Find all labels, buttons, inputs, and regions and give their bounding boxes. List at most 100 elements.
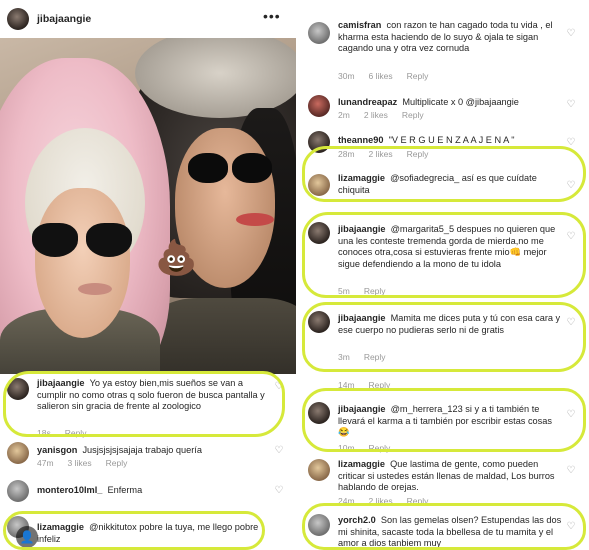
comment-body: Jusjsjsjsjsajaja trabajo quería [82, 445, 202, 455]
comment-text: lunandreapaz Multiplicate x 0 @jibajaang… [338, 97, 568, 109]
heart-icon[interactable]: ♡ [274, 382, 284, 392]
comment-text: jibajaangie @margarita5_5 despues no qui… [338, 224, 563, 270]
comment-text: theanne90 "V E R G U E N Z A A J E N A " [338, 135, 568, 147]
post-photo[interactable]: 💩 [0, 38, 296, 374]
comment-time: 47m [37, 458, 54, 468]
comment-meta: 14m Reply [338, 380, 404, 390]
comment-username[interactable]: yorch2.0 [338, 515, 376, 525]
commenter-avatar[interactable] [308, 131, 330, 153]
heart-icon[interactable]: ♡ [566, 318, 576, 328]
reply-button[interactable]: Reply [402, 110, 424, 120]
reply-button[interactable]: Reply [369, 380, 391, 390]
comment-username[interactable]: theanne90 [338, 135, 383, 145]
comment-time: 14m [338, 380, 355, 390]
lips-left [78, 283, 112, 295]
heart-icon[interactable]: ♡ [566, 466, 576, 476]
heart-icon[interactable]: ♡ [566, 522, 576, 532]
comment-username[interactable]: jibajaangie [338, 313, 386, 323]
comment-likes[interactable]: 2 likes [369, 496, 393, 506]
more-dots-icon[interactable]: ••• [263, 8, 281, 24]
comment-likes[interactable]: 6 likes [369, 71, 393, 81]
comment-text: jibajaangie Yo ya estoy bien,mis sueños … [37, 378, 273, 413]
reply-button[interactable]: Reply [407, 71, 429, 81]
heart-icon[interactable]: ♡ [566, 181, 576, 191]
comment-username[interactable]: jibajaangie [338, 224, 386, 234]
commenter-avatar[interactable] [308, 402, 330, 424]
comment-likes[interactable]: 2 likes [369, 149, 393, 159]
heart-icon[interactable]: ♡ [566, 232, 576, 242]
heart-icon[interactable]: ♡ [566, 29, 576, 39]
heart-icon[interactable]: ♡ [274, 486, 284, 496]
reply-button[interactable]: Reply [65, 428, 87, 438]
photo-jacket-right [150, 298, 296, 374]
comment-username[interactable]: jibajaangie [37, 378, 85, 388]
comment-meta: 5m Reply [338, 286, 400, 296]
comment-text: lizamaggie @sofiadegrecia_ así es que cu… [338, 173, 563, 196]
commenter-avatar[interactable] [308, 95, 330, 117]
comment-time: 18s [37, 428, 51, 438]
comment-username[interactable]: camisfran [338, 20, 381, 30]
comment-username[interactable]: lizamaggie [37, 522, 84, 532]
reply-button[interactable]: Reply [369, 443, 391, 453]
commenter-avatar[interactable] [308, 311, 330, 333]
commenter-avatar[interactable] [308, 222, 330, 244]
commenter-avatar[interactable] [7, 480, 29, 502]
comment-text: yanisgon Jusjsjsjsjsajaja trabajo quería [37, 445, 273, 457]
comment-body: Multiplicate x 0 @jibajaangie [402, 97, 519, 107]
poop-emoji-sticker: 💩 [155, 239, 198, 277]
author-avatar[interactable] [7, 8, 29, 30]
commenter-avatar[interactable] [7, 442, 29, 464]
comment-meta: 3m Reply [338, 352, 400, 362]
comment-time: 28m [338, 149, 355, 159]
commenter-avatar[interactable] [308, 459, 330, 481]
heart-icon[interactable]: ♡ [566, 138, 576, 148]
commenter-avatar[interactable] [7, 378, 29, 400]
reply-button[interactable]: Reply [407, 496, 429, 506]
comment-text: lizamaggie @nikkitutox pobre la tuya, me… [37, 522, 273, 545]
comment-body: Enferma [107, 485, 143, 495]
comment-likes[interactable]: 3 likes [68, 458, 92, 468]
lips-right [236, 213, 274, 226]
comment-time: 5m [338, 286, 350, 296]
sunglasses-right [188, 153, 274, 187]
comment-text: lizamaggie Que lastima de gente, como pu… [338, 459, 563, 494]
heart-icon[interactable]: ♡ [566, 410, 576, 420]
comment-text: montero10lml_ Enferma [37, 485, 273, 497]
reply-button[interactable]: Reply [407, 149, 429, 159]
heart-icon[interactable]: ♡ [274, 446, 284, 456]
author-username[interactable]: jibajaangie [37, 13, 91, 25]
comment-meta: 28m 2 likes Reply [338, 149, 442, 159]
reply-button[interactable]: Reply [106, 458, 128, 468]
comment-text: yorch2.0 Son las gemelas olsen? Estupend… [338, 515, 563, 550]
comment-meta: 24m 2 likes Reply [338, 496, 442, 506]
comment-username[interactable]: montero10lml_ [37, 485, 102, 495]
comment-time: 10m [338, 443, 355, 453]
comment-body: "V E R G U E N Z A A J E N A " [388, 135, 515, 145]
heart-icon[interactable]: ♡ [566, 100, 576, 110]
comments-panel: camisfran con razon te han cagado toda t… [300, 0, 589, 550]
comment-meta: 10m Reply [338, 443, 404, 453]
comment-text: camisfran con razon te han cagado toda t… [338, 20, 568, 55]
commenter-avatar[interactable] [308, 514, 330, 536]
comment-meta: 2m 2 likes Reply [338, 110, 438, 120]
comment-username[interactable]: lizamaggie [338, 459, 385, 469]
post-header: jibajaangie ••• [0, 0, 296, 38]
comment-meta: 47m 3 likes Reply [37, 458, 141, 468]
reply-button[interactable]: Reply [364, 286, 386, 296]
comment-time: 30m [338, 71, 355, 81]
post-panel: jibajaangie ••• 💩 jibajaangie Yo ya esto… [0, 0, 296, 550]
comment-meta: 18s Reply [37, 428, 100, 438]
comment-text: jibajaangie Mamita me dices puta y tú co… [338, 313, 563, 336]
commenter-avatar[interactable] [308, 22, 330, 44]
sunglasses-left [32, 223, 136, 259]
photo-face-left [35, 188, 130, 338]
comment-username[interactable]: jibajaangie [338, 404, 386, 414]
comment-username[interactable]: yanisgon [37, 445, 77, 455]
comment-time: 2m [338, 110, 350, 120]
comment-username[interactable]: lunandreapaz [338, 97, 397, 107]
reply-button[interactable]: Reply [364, 352, 386, 362]
comment-likes[interactable]: 2 likes [364, 110, 388, 120]
commenter-avatar[interactable] [308, 174, 330, 196]
comment-time: 24m [338, 496, 355, 506]
comment-username[interactable]: lizamaggie [338, 173, 385, 183]
